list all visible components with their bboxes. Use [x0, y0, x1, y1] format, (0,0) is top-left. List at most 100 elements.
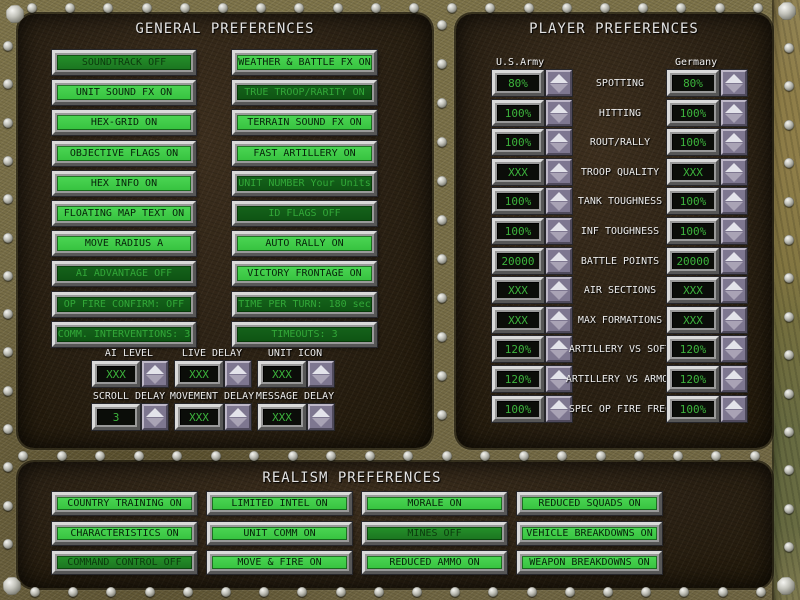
- button-mines-off[interactable]: MINES OFF: [362, 522, 507, 545]
- button-reduced-ammo-on[interactable]: REDUCED AMMO ON: [362, 551, 507, 574]
- rivet-icon: [221, 587, 231, 597]
- down-arrow-icon[interactable]: [725, 349, 743, 359]
- button-limited-intel-on[interactable]: LIMITED INTEL ON: [207, 492, 352, 515]
- tank-toughness-germany-stepper[interactable]: [721, 188, 747, 214]
- button-country-training-on[interactable]: COUNTRY TRAINING ON: [52, 492, 197, 515]
- down-arrow-icon[interactable]: [146, 374, 164, 384]
- button-timeouts-3[interactable]: TIMEOUTS: 3: [232, 322, 377, 347]
- rivet-icon: [524, 3, 534, 13]
- artillery-vs-armor-germany-stepper[interactable]: [721, 366, 747, 392]
- down-arrow-icon[interactable]: [725, 379, 743, 389]
- button-unit-comm-on[interactable]: UNIT COMM ON: [207, 522, 352, 545]
- battle-points-germany-stepper[interactable]: [721, 248, 747, 274]
- scroll-delay-stepper[interactable]: [142, 404, 168, 430]
- button-op-fire-confirm-off[interactable]: OP FIRE CONFIRM: OFF: [52, 292, 196, 317]
- up-arrow-icon[interactable]: [725, 73, 743, 83]
- button-soundtrack-off[interactable]: SOUNDTRACK OFF: [52, 50, 196, 75]
- down-arrow-icon[interactable]: [725, 261, 743, 271]
- button-reduced-squads-on[interactable]: REDUCED SQUADS ON: [517, 492, 662, 515]
- button-objective-flags-on[interactable]: OBJECTIVE FLAGS ON: [52, 141, 196, 166]
- unit-icon-stepper[interactable]: [308, 361, 334, 387]
- down-arrow-icon[interactable]: [725, 231, 743, 241]
- rivet-icon: [27, 3, 37, 13]
- up-arrow-icon[interactable]: [725, 280, 743, 290]
- up-arrow-icon[interactable]: [725, 251, 743, 261]
- up-arrow-icon[interactable]: [146, 364, 164, 374]
- spinner-value-text: XXX: [497, 282, 539, 298]
- up-arrow-icon[interactable]: [725, 132, 743, 142]
- player-preferences-panel: PLAYER PREFERENCES U.S.Army Germany 80% S…: [456, 14, 772, 448]
- rout-rally-germany-stepper[interactable]: [721, 129, 747, 155]
- spec-op-fire-freq-germany-stepper[interactable]: [721, 396, 747, 422]
- button-morale-on[interactable]: MORALE ON: [362, 492, 507, 515]
- air-sections-germany-stepper[interactable]: [721, 277, 747, 303]
- troop-quality-germany-stepper[interactable]: [721, 159, 747, 185]
- spinner-value-text: 80%: [672, 75, 714, 91]
- spinner-value-text: 100%: [672, 105, 714, 121]
- up-arrow-icon[interactable]: [725, 103, 743, 113]
- message-delay-stepper[interactable]: [308, 404, 334, 430]
- button-characteristics-on[interactable]: CHARACTERISTICS ON: [52, 522, 197, 545]
- spinner-value-text: 120%: [672, 341, 714, 357]
- button-auto-rally-on[interactable]: AUTO RALLY ON: [232, 231, 377, 256]
- down-arrow-icon[interactable]: [725, 409, 743, 419]
- button-command-control-off[interactable]: COMMAND CONTROL OFF: [52, 551, 197, 574]
- rivet-icon: [95, 451, 105, 461]
- button-label: VICTORY FRONTAGE ON: [237, 266, 372, 281]
- button-hex-info-on[interactable]: HEX INFO ON: [52, 171, 196, 196]
- button-victory-frontage-on[interactable]: VICTORY FRONTAGE ON: [232, 261, 377, 286]
- up-arrow-icon[interactable]: [312, 364, 330, 374]
- movement-delay-stepper[interactable]: [225, 404, 251, 430]
- button-weapon-breakdowns-on[interactable]: WEAPON BREAKDOWNS ON: [517, 551, 662, 574]
- up-arrow-icon[interactable]: [725, 369, 743, 379]
- down-arrow-icon[interactable]: [229, 417, 247, 427]
- button-ai-advantage-off[interactable]: AI ADVANTAGE OFF: [52, 261, 196, 286]
- down-arrow-icon[interactable]: [725, 201, 743, 211]
- down-arrow-icon[interactable]: [312, 417, 330, 427]
- up-arrow-icon[interactable]: [725, 310, 743, 320]
- down-arrow-icon[interactable]: [146, 417, 164, 427]
- button-terrain-sound-fx-on[interactable]: TERRAIN SOUND FX ON: [232, 110, 377, 135]
- up-arrow-icon[interactable]: [229, 407, 247, 417]
- down-arrow-icon[interactable]: [725, 172, 743, 182]
- artillery-vs-soft-germany-stepper[interactable]: [721, 336, 747, 362]
- up-arrow-icon[interactable]: [725, 162, 743, 172]
- button-unit-sound-fx-on[interactable]: UNIT SOUND FX ON: [52, 80, 196, 105]
- button-unit-number-your-units[interactable]: UNIT NUMBER Your Units: [232, 171, 377, 196]
- button-move-radius-a[interactable]: MOVE RADIUS A: [52, 231, 196, 256]
- up-arrow-icon[interactable]: [725, 191, 743, 201]
- button-hex-grid-on[interactable]: HEX-GRID ON: [52, 110, 196, 135]
- up-arrow-icon[interactable]: [229, 364, 247, 374]
- button-weather-battle-fx-on[interactable]: WEATHER & BATTLE FX ON: [232, 50, 377, 75]
- button-vehicle-breakdowns-on[interactable]: VEHICLE BREAKDOWNS ON: [517, 522, 662, 545]
- button-true-troop-rarity-on[interactable]: TRUE TROOP/RARITY ON: [232, 80, 377, 105]
- rivet-icon: [596, 451, 606, 461]
- button-fast-artillery-on[interactable]: FAST ARTILLERY ON: [232, 141, 377, 166]
- down-arrow-icon[interactable]: [725, 113, 743, 123]
- up-arrow-icon[interactable]: [725, 221, 743, 231]
- hitting-germany-stepper[interactable]: [721, 100, 747, 126]
- button-label: SOUNDTRACK OFF: [57, 55, 191, 70]
- button-move-fire-on[interactable]: MOVE & FIRE ON: [207, 551, 352, 574]
- live-delay-stepper[interactable]: [225, 361, 251, 387]
- button-comm-interventions-3[interactable]: COMM. INTERVENTIONS: 3: [52, 322, 196, 347]
- button-time-per-turn-180-sec[interactable]: TIME PER TURN: 180 sec: [232, 292, 377, 317]
- inf-toughness-germany-stepper[interactable]: [721, 218, 747, 244]
- down-arrow-icon[interactable]: [725, 83, 743, 93]
- down-arrow-icon[interactable]: [229, 374, 247, 384]
- spotting-germany-stepper[interactable]: [721, 70, 747, 96]
- up-arrow-icon[interactable]: [146, 407, 164, 417]
- up-arrow-icon[interactable]: [725, 339, 743, 349]
- button-floating-map-text-on[interactable]: FLOATING MAP TEXT ON: [52, 201, 196, 226]
- down-arrow-icon[interactable]: [725, 290, 743, 300]
- down-arrow-icon[interactable]: [725, 142, 743, 152]
- max-formations-germany-stepper[interactable]: [721, 307, 747, 333]
- button-id-flags-off[interactable]: ID FLAGS OFF: [232, 201, 377, 226]
- rivet-icon: [134, 451, 144, 461]
- up-arrow-icon[interactable]: [725, 399, 743, 409]
- ai-level-stepper[interactable]: [142, 361, 168, 387]
- up-arrow-icon[interactable]: [312, 407, 330, 417]
- down-arrow-icon[interactable]: [312, 374, 330, 384]
- rivet-icon: [211, 451, 221, 461]
- down-arrow-icon[interactable]: [725, 320, 743, 330]
